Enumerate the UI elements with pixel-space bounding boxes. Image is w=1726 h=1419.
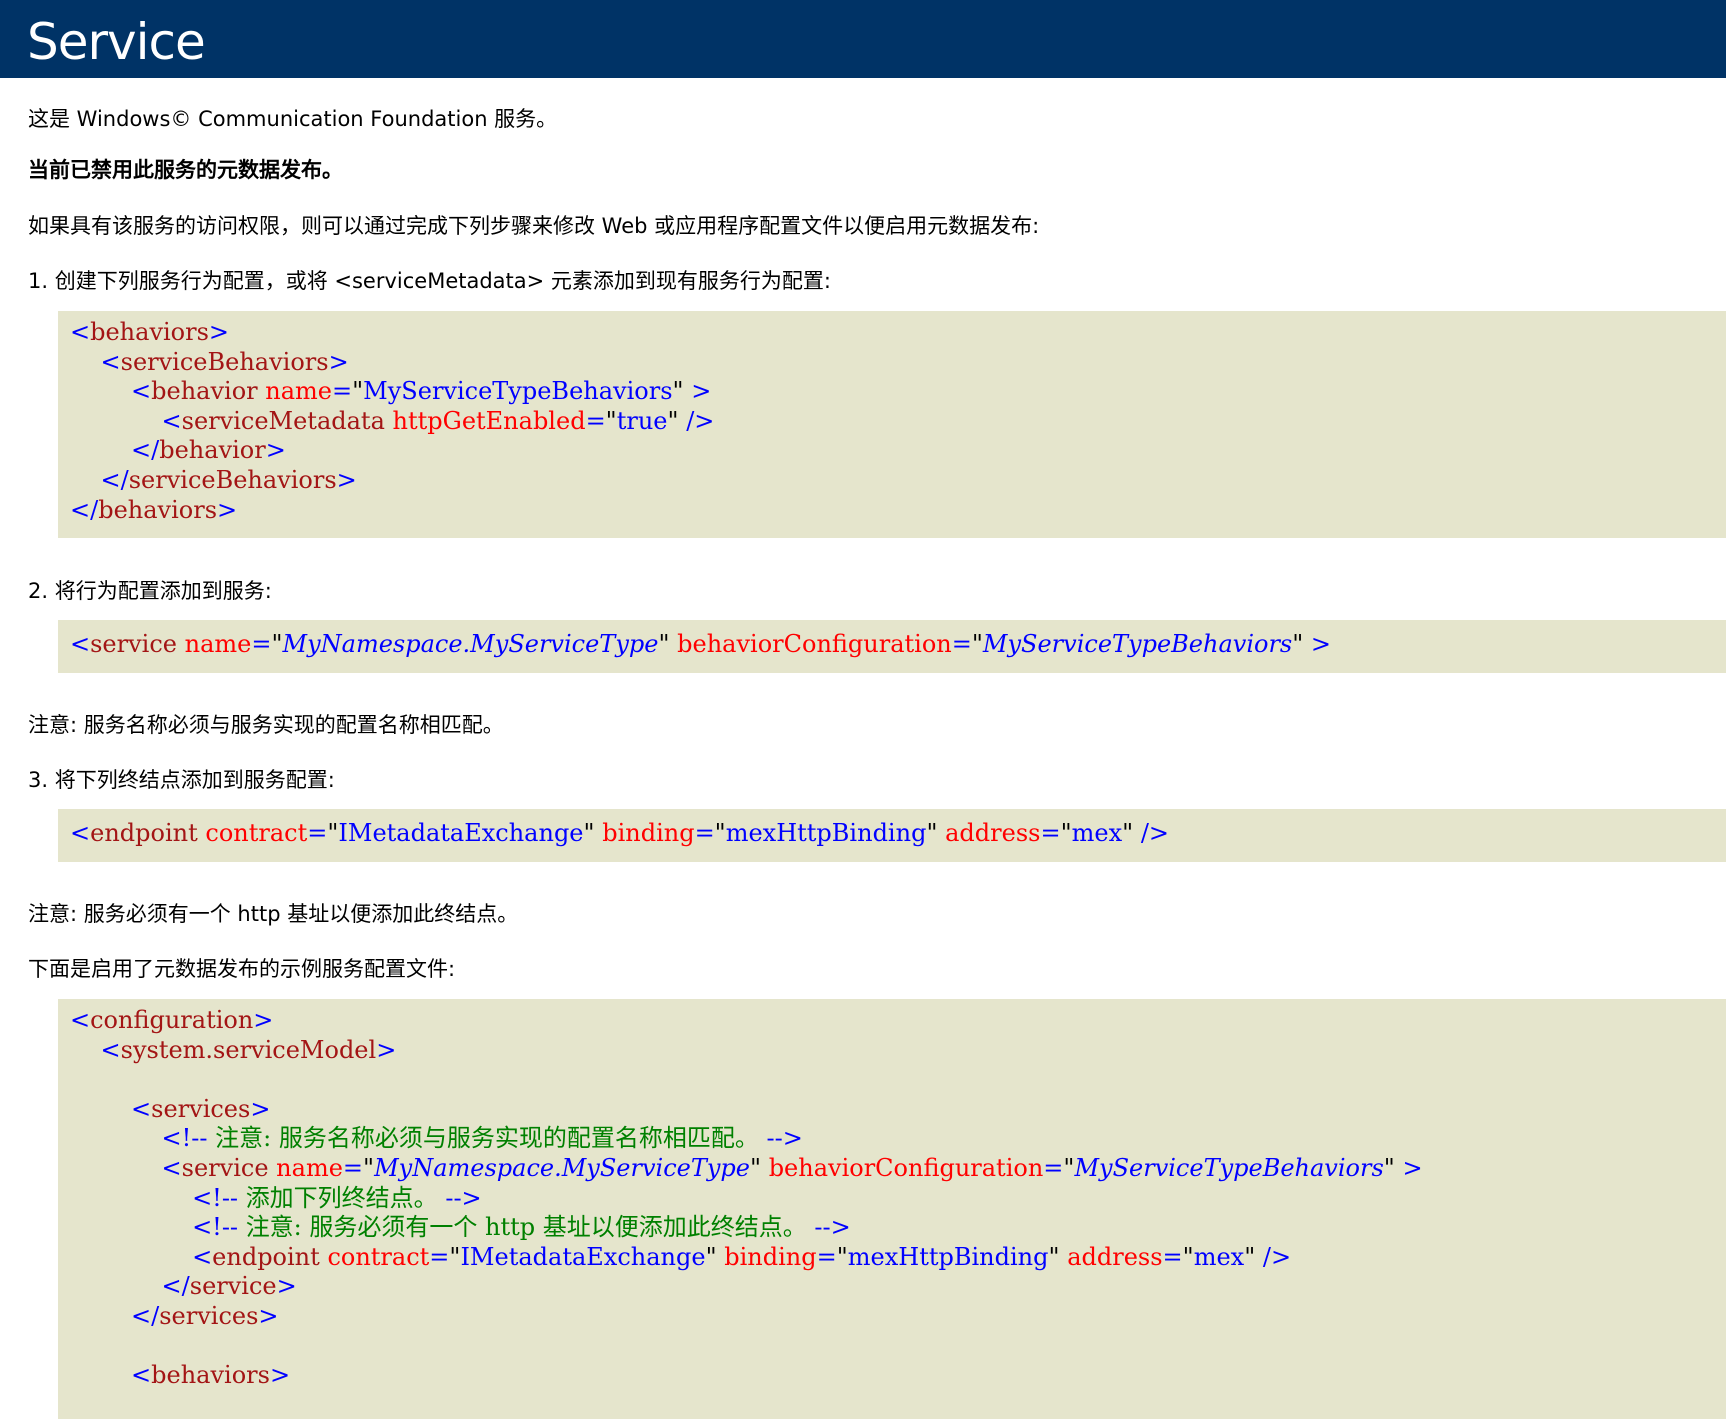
code-line: <!-- 注意: 服务名称必须与服务实现的配置名称相匹配。 --> (161, 1124, 803, 1153)
code-block-endpoint: <endpoint contract="IMetadataExchange" b… (58, 809, 1726, 862)
code-line: </serviceBehaviors> (100, 465, 357, 494)
step-2-text: 2. 将行为配置添加到服务: (28, 579, 272, 603)
page-header: Service (0, 0, 1726, 78)
page-title: Service (27, 13, 206, 71)
code-line: <services> (131, 1094, 271, 1123)
step-3-text: 3. 将下列终结点添加到服务配置: (28, 768, 335, 792)
code-line: </behaviors> (70, 495, 238, 524)
code-line: </services> (131, 1301, 279, 1330)
code-line: <endpoint contract="IMetadataExchange" b… (192, 1242, 1292, 1271)
code-line: <endpoint contract="IMetadataExchange" b… (70, 819, 1170, 847)
instructions-text: 如果具有该服务的访问权限，则可以通过完成下列步骤来修改 Web 或应用程序配置文… (28, 214, 1040, 238)
code-line: <serviceMetadata httpGetEnabled="true" /… (161, 406, 715, 435)
code-line: <service name="MyNamespace.MyServiceType… (161, 1153, 1423, 1182)
code-line: <!-- 注意: 服务必须有一个 http 基址以便添加此终结点。 --> (192, 1213, 851, 1242)
sample-intro-text: 下面是启用了元数据发布的示例服务配置文件: (28, 957, 456, 981)
code-line: </service> (161, 1272, 297, 1301)
note-2-text: 注意: 服务必须有一个 http 基址以便添加此终结点。 (28, 902, 519, 926)
code-line: <service name="MyNamespace.MyServiceType… (70, 630, 1332, 658)
step-1-text: 1. 创建下列服务行为配置，或将 <serviceMetadata> 元素添加到… (28, 269, 831, 293)
code-line: <behavior name="MyServiceTypeBehaviors" … (131, 377, 712, 406)
code-line: <!-- 添加下列终结点。 --> (192, 1183, 482, 1212)
note-1-text: 注意: 服务名称必须与服务实现的配置名称相匹配。 (28, 713, 504, 737)
code-line: <behaviors> (70, 318, 230, 346)
code-line: <behaviors> (131, 1361, 291, 1390)
code-line: </behavior> (131, 436, 286, 465)
code-line: <serviceBehaviors> (100, 347, 349, 376)
code-block-sample-config: <configuration> <system.serviceModel> <s… (58, 999, 1726, 1419)
intro-text: 这是 Windows© Communication Foundation 服务。 (28, 107, 558, 131)
code-line: <configuration> (70, 1006, 274, 1034)
code-line: <system.serviceModel> (100, 1035, 397, 1064)
code-block-behaviors: <behaviors> <serviceBehaviors> <behavior… (58, 311, 1726, 538)
code-block-service: <service name="MyNamespace.MyServiceType… (58, 620, 1726, 673)
disabled-notice: 当前已禁用此服务的元数据发布。 (28, 157, 343, 182)
